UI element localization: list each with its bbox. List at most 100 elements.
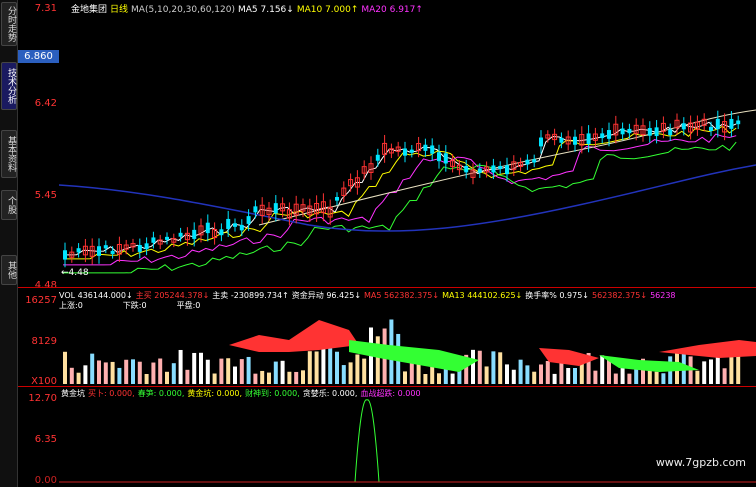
tab-intraday[interactable]: 分时走势 [1, 2, 17, 46]
ind-god: 财神到: 0.000, [245, 389, 300, 398]
candle-down [137, 244, 142, 252]
volume-bar [736, 354, 741, 384]
volume-bar [137, 361, 142, 384]
volume-bar [192, 352, 197, 384]
vol-ribbon-red [229, 320, 359, 352]
volume-bar [226, 358, 231, 384]
candle-down [525, 159, 530, 165]
candle-down [498, 165, 503, 170]
axis-ind-bot: 0.00 [34, 475, 57, 486]
volume-bar [709, 359, 713, 384]
ind-limit: 血战超跌: 0.000 [360, 389, 421, 398]
candle-down [709, 126, 713, 131]
volume-bar [301, 370, 305, 384]
volume-bar [335, 351, 339, 384]
candle-down [443, 153, 448, 164]
chart-area[interactable]: 金地集团 日线 MA(5,10,20,30,60,120) MA5 7.156↓ MA1… [59, 0, 756, 487]
volume-bar [307, 351, 312, 384]
volume-bar [212, 373, 217, 384]
volume-bar [525, 365, 530, 384]
volume-bar [348, 362, 353, 384]
volume-bar [545, 361, 550, 384]
vol-ma13-value: MA13 444102.625↓ [442, 291, 523, 300]
volume-bar [239, 359, 244, 384]
tab-technical[interactable]: 技术分析 [1, 62, 17, 110]
volume-bar [117, 367, 122, 384]
volume-bar [539, 364, 543, 384]
up-count: 上涨:0 [59, 301, 83, 310]
candle-down [76, 248, 81, 253]
volume-bar [722, 368, 727, 384]
volume-bar [321, 346, 326, 384]
volume-bar [450, 373, 455, 384]
sidebar: 分时走势 技术分析 基本资料 个股 其他 [0, 0, 18, 487]
volume-bar [362, 358, 367, 384]
volume-bar [341, 365, 346, 384]
axis-ind-mid: 6.35 [34, 434, 57, 445]
axis-vol-top: 16257 [25, 295, 57, 306]
ma10-value: MA10 7.000↑ [296, 5, 359, 15]
volume-bar [477, 350, 482, 384]
candle-down [627, 128, 632, 134]
candle-down [532, 159, 537, 163]
period-label[interactable]: 日线 [110, 5, 128, 15]
candle-down [409, 149, 414, 153]
volume-bar [76, 372, 81, 384]
down-count: 下跌:0 [122, 301, 147, 310]
volume-bar [90, 353, 95, 384]
volume-bar [110, 361, 115, 384]
candle-down [736, 120, 741, 125]
volume-bar [219, 358, 224, 384]
candle-down [151, 237, 156, 243]
vol-value: VOL 436144.000↓ [59, 291, 133, 300]
volume-bar [260, 370, 265, 384]
main-buy-value: 主买 205244.378↓ [135, 291, 210, 300]
candle-down [491, 165, 496, 173]
ind-greed: 贪婪乐: 0.000, [302, 389, 358, 398]
axis-top-price: 7.31 [34, 3, 57, 14]
indicator-spike [354, 399, 380, 483]
mask-block [425, 100, 756, 112]
volume-bar [314, 351, 319, 384]
volume-bar [246, 356, 251, 384]
volume-bar [573, 367, 577, 384]
candle-down [165, 236, 169, 240]
chart-canvas[interactable] [59, 0, 756, 487]
volume-bar [267, 372, 271, 384]
candle-down [586, 133, 591, 144]
ma5-value: MA5 7.156↓ [238, 5, 294, 15]
volume-bar [702, 361, 707, 384]
volume-bar [199, 352, 203, 384]
tab-stock[interactable]: 个股 [1, 190, 17, 220]
candle-down [375, 154, 380, 161]
indicator-name[interactable]: 黄金坑 [61, 389, 85, 398]
mask-block [149, 213, 756, 287]
volume-bar [491, 351, 496, 384]
volume-bar [151, 362, 156, 384]
ind-buy: 买卜: 0.000, [88, 389, 135, 398]
candle-down [464, 166, 469, 173]
volume-bar [97, 360, 101, 384]
volume-bar [695, 370, 700, 384]
vol-extra2-value: 56238 [650, 291, 676, 300]
volume-bar [158, 358, 163, 384]
axis-vol-mid: 8129 [31, 336, 57, 347]
fund-flow-value: 资金异动 96.425↓ [291, 291, 362, 300]
candle-down [715, 118, 720, 130]
candle-down [437, 152, 441, 162]
volume-bar [511, 369, 516, 384]
candle-down [668, 129, 673, 136]
volume-bar [403, 371, 407, 384]
volume-bar [165, 371, 169, 384]
candle-down [178, 232, 183, 237]
tab-fundamentals[interactable]: 基本资料 [1, 130, 17, 178]
vol-ribbon-green [349, 340, 479, 372]
volume-bar [416, 364, 421, 384]
volume-bar [505, 364, 509, 384]
volume-bar [498, 352, 503, 384]
candle-down [654, 127, 659, 137]
vol-ribbon-red [659, 340, 756, 358]
tab-other[interactable]: 其他 [1, 255, 17, 285]
flat-count: 平盘:0 [176, 301, 201, 310]
volume-bar [437, 373, 441, 384]
